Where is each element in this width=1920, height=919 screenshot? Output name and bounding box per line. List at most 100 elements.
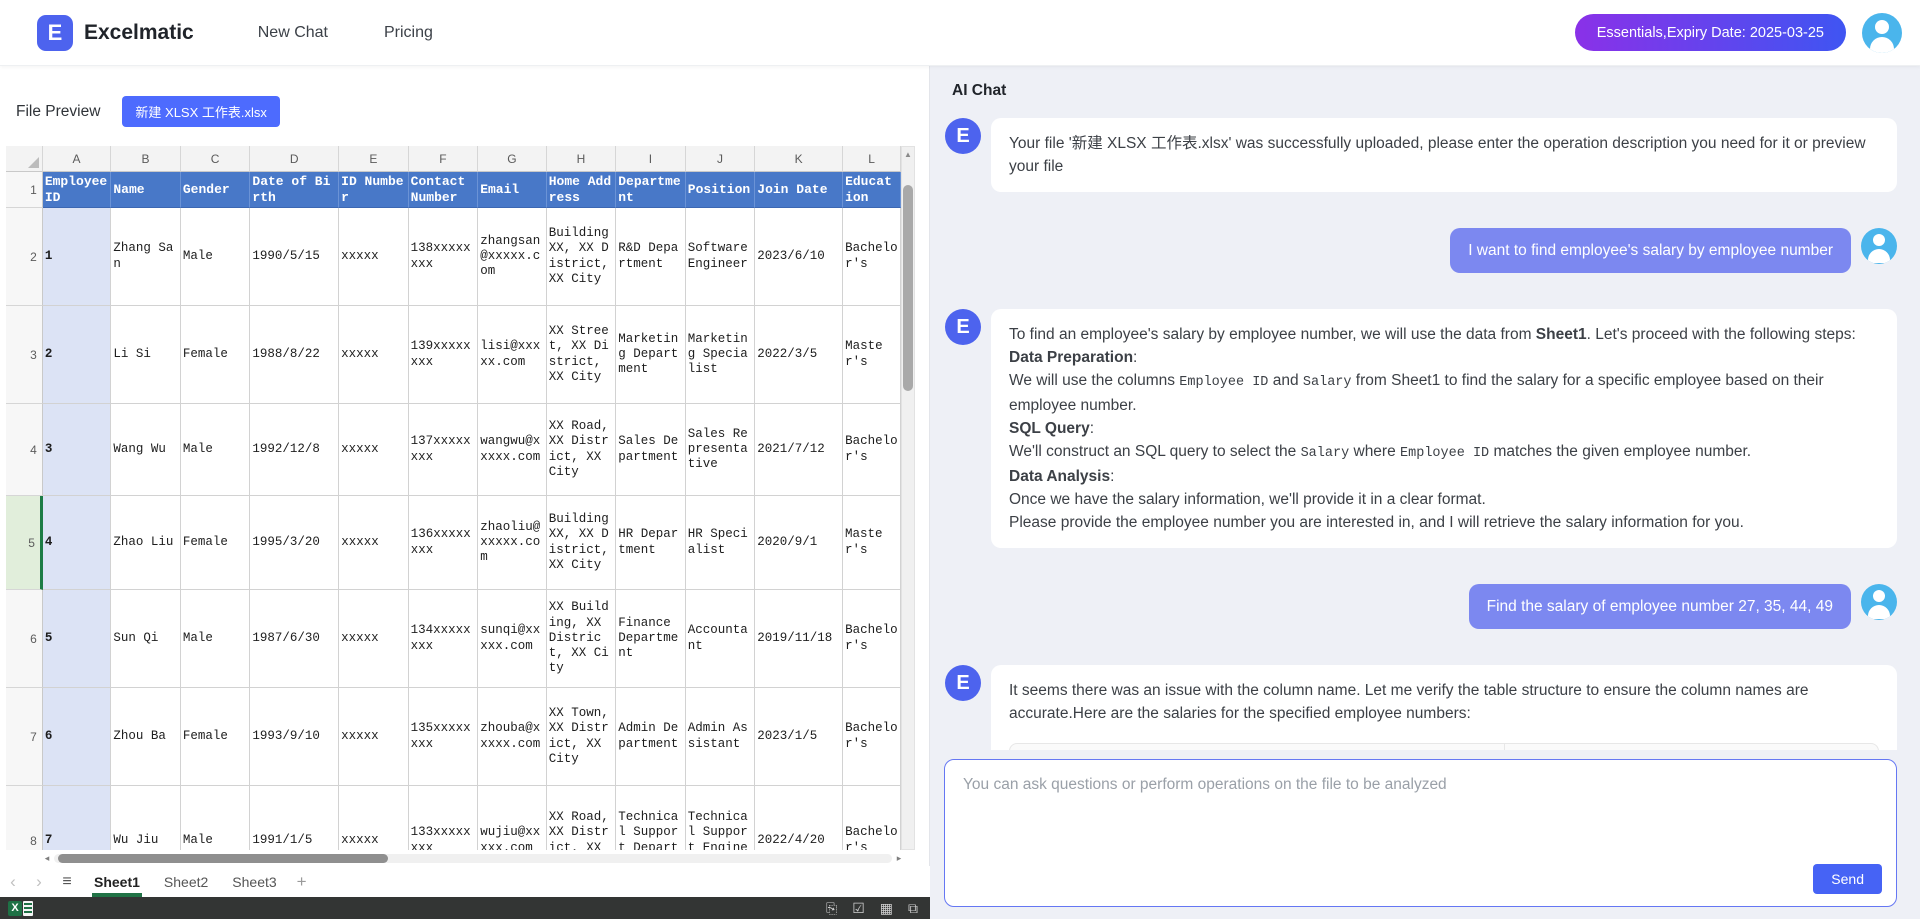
cell-I6[interactable]: Finance Department bbox=[616, 590, 686, 688]
header-cell-J[interactable]: Position bbox=[686, 172, 756, 208]
chat-input[interactable] bbox=[945, 760, 1896, 860]
cell-I5[interactable]: HR Department bbox=[616, 496, 686, 590]
cell-B7[interactable]: Zhou Ba bbox=[111, 688, 181, 786]
cell-K2[interactable]: 2023/6/10 bbox=[755, 208, 843, 306]
cell-L3[interactable]: Master's bbox=[843, 306, 901, 404]
nav-link-new-chat[interactable]: New Chat bbox=[258, 24, 328, 42]
cell-E5[interactable]: xxxxx bbox=[339, 496, 409, 590]
cell-C2[interactable]: Male bbox=[181, 208, 251, 306]
add-sheet-button[interactable]: + bbox=[297, 872, 307, 892]
cell-C5[interactable]: Female bbox=[181, 496, 251, 590]
cell-H6[interactable]: XX Building, XX District, XX City bbox=[547, 590, 617, 688]
column-letter-H[interactable]: H bbox=[547, 146, 617, 172]
cell-L7[interactable]: Bachelor's bbox=[843, 688, 901, 786]
send-button[interactable]: Send bbox=[1813, 864, 1882, 894]
cell-B6[interactable]: Sun Qi bbox=[111, 590, 181, 688]
plan-expiry-badge[interactable]: Essentials,Expiry Date: 2025-03-25 bbox=[1575, 14, 1846, 51]
cell-D7[interactable]: 1993/9/10 bbox=[250, 688, 339, 786]
column-letter-D[interactable]: D bbox=[250, 146, 339, 172]
cell-F2[interactable]: 138xxxxxxxx bbox=[409, 208, 479, 306]
sheet-tab-sheet1[interactable]: Sheet1 bbox=[82, 866, 152, 897]
select-all-cell[interactable] bbox=[6, 146, 43, 172]
header-cell-I[interactable]: Department bbox=[616, 172, 686, 208]
cell-G3[interactable]: lisi@xxxxx.com bbox=[478, 306, 547, 404]
cell-D3[interactable]: 1988/8/22 bbox=[250, 306, 339, 404]
cell-K8[interactable]: 2022/4/20 bbox=[755, 786, 843, 850]
spreadsheet-grid[interactable]: ABCDEFGHIJKL1Employee IDNameGenderDate o… bbox=[6, 146, 901, 850]
cell-A3[interactable]: 2 bbox=[43, 306, 112, 404]
row-number-4[interactable]: 4 bbox=[6, 404, 43, 496]
horizontal-scrollbar[interactable]: ◂ ▸ bbox=[40, 852, 906, 865]
cell-G6[interactable]: sunqi@xxxxx.com bbox=[478, 590, 547, 688]
protect-sheet-icon[interactable]: ☑ bbox=[852, 901, 865, 915]
cell-B2[interactable]: Zhang San bbox=[111, 208, 181, 306]
row-number-2[interactable]: 2 bbox=[6, 208, 43, 306]
cell-A8[interactable]: 7 bbox=[43, 786, 112, 850]
column-letter-K[interactable]: K bbox=[755, 146, 843, 172]
cell-D4[interactable]: 1992/12/8 bbox=[250, 404, 339, 496]
cell-F3[interactable]: 139xxxxxxxx bbox=[409, 306, 479, 404]
nav-link-pricing[interactable]: Pricing bbox=[384, 24, 433, 42]
cell-I7[interactable]: Admin Department bbox=[616, 688, 686, 786]
cell-B8[interactable]: Wu Jiu bbox=[111, 786, 181, 850]
vertical-scroll-thumb[interactable] bbox=[903, 185, 913, 391]
cell-A4[interactable]: 3 bbox=[43, 404, 112, 496]
cell-E7[interactable]: xxxxx bbox=[339, 688, 409, 786]
cell-C6[interactable]: Male bbox=[181, 590, 251, 688]
cell-F7[interactable]: 135xxxxxxxx bbox=[409, 688, 479, 786]
sheet-prev-icon[interactable]: ‹ bbox=[0, 872, 26, 892]
horizontal-scroll-thumb[interactable] bbox=[58, 854, 388, 863]
row-number-8[interactable]: 8 bbox=[6, 786, 43, 850]
cell-C8[interactable]: Male bbox=[181, 786, 251, 850]
scroll-right-icon[interactable]: ▸ bbox=[892, 853, 906, 864]
sheet-menu-icon[interactable]: ≡ bbox=[52, 873, 82, 891]
cell-J6[interactable]: Accountant bbox=[686, 590, 756, 688]
cell-E8[interactable]: xxxxx bbox=[339, 786, 409, 850]
row-number-1[interactable]: 1 bbox=[6, 172, 43, 208]
cell-G4[interactable]: wangwu@xxxxx.com bbox=[478, 404, 547, 496]
sheet-next-icon[interactable]: › bbox=[26, 872, 52, 892]
cell-F6[interactable]: 134xxxxxxxx bbox=[409, 590, 479, 688]
cell-K4[interactable]: 2021/7/12 bbox=[755, 404, 843, 496]
sheet-tab-sheet2[interactable]: Sheet2 bbox=[152, 866, 220, 897]
column-view-icon[interactable]: ▦ bbox=[880, 901, 893, 915]
cell-K3[interactable]: 2022/3/5 bbox=[755, 306, 843, 404]
cell-C4[interactable]: Male bbox=[181, 404, 251, 496]
chat-message-list[interactable]: AI Chat EYour file '新建 XLSX 工作表.xlsx' wa… bbox=[930, 66, 1920, 750]
cell-G8[interactable]: wujiu@xxxxx.com bbox=[478, 786, 547, 850]
cell-H8[interactable]: XX Road, XX District, XX City bbox=[547, 786, 617, 850]
cell-L6[interactable]: Bachelor's bbox=[843, 590, 901, 688]
column-letter-A[interactable]: A bbox=[43, 146, 112, 172]
cell-F4[interactable]: 137xxxxxxxx bbox=[409, 404, 479, 496]
cell-I3[interactable]: Marketing Department bbox=[616, 306, 686, 404]
cell-K6[interactable]: 2019/11/18 bbox=[755, 590, 843, 688]
header-cell-C[interactable]: Gender bbox=[181, 172, 251, 208]
switch-window-icon[interactable]: ⧉ bbox=[908, 901, 918, 915]
column-letter-B[interactable]: B bbox=[111, 146, 181, 172]
column-letter-F[interactable]: F bbox=[409, 146, 479, 172]
header-cell-G[interactable]: Email bbox=[478, 172, 547, 208]
vertical-scrollbar[interactable]: ▲ bbox=[901, 146, 915, 850]
cell-A5[interactable]: 4 bbox=[43, 496, 112, 590]
header-cell-H[interactable]: Home Address bbox=[547, 172, 617, 208]
cell-K7[interactable]: 2023/1/5 bbox=[755, 688, 843, 786]
cell-I8[interactable]: Technical Support Department bbox=[616, 786, 686, 850]
cell-J7[interactable]: Admin Assistant bbox=[686, 688, 756, 786]
cell-J3[interactable]: Marketing Specialist bbox=[686, 306, 756, 404]
column-letter-E[interactable]: E bbox=[339, 146, 409, 172]
cell-H4[interactable]: XX Road, XX District, XX City bbox=[547, 404, 617, 496]
column-letter-C[interactable]: C bbox=[181, 146, 251, 172]
cell-A2[interactable]: 1 bbox=[43, 208, 112, 306]
cell-L5[interactable]: Master's bbox=[843, 496, 901, 590]
row-number-7[interactable]: 7 bbox=[6, 688, 43, 786]
cell-D2[interactable]: 1990/5/15 bbox=[250, 208, 339, 306]
cell-E6[interactable]: xxxxx bbox=[339, 590, 409, 688]
cell-C3[interactable]: Female bbox=[181, 306, 251, 404]
cell-F5[interactable]: 136xxxxxxxx bbox=[409, 496, 479, 590]
cell-E4[interactable]: xxxxx bbox=[339, 404, 409, 496]
cell-L8[interactable]: Bachelor's bbox=[843, 786, 901, 850]
cell-A6[interactable]: 5 bbox=[43, 590, 112, 688]
cell-B3[interactable]: Li Si bbox=[111, 306, 181, 404]
header-cell-B[interactable]: Name bbox=[111, 172, 181, 208]
cell-G5[interactable]: zhaoliu@xxxxx.com bbox=[478, 496, 547, 590]
